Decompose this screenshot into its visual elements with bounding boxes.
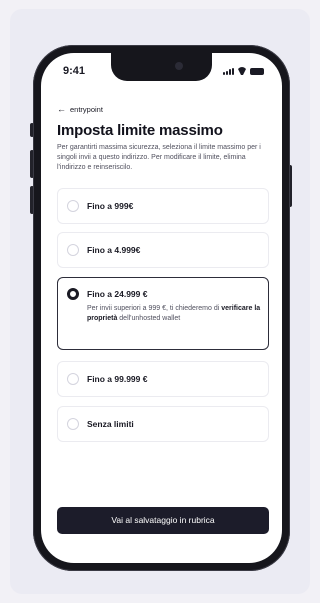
radio-selected-icon[interactable] (67, 288, 79, 300)
back-link[interactable]: ← entrypoint (57, 104, 103, 115)
phone-screen: 9:41 ← entrypoint Imposta limite massimo… (41, 53, 282, 563)
radio-unselected-icon[interactable] (67, 373, 79, 385)
limit-option-label: Fino a 99.999 € (87, 374, 148, 384)
limit-option-note: Per invii superiori a 999 €, ti chiedere… (87, 305, 261, 322)
page-title: Imposta limite massimo (57, 122, 223, 139)
limit-option-label: Senza limiti (87, 419, 134, 429)
limit-option-label: Fino a 4.999€ (87, 245, 141, 255)
radio-unselected-icon[interactable] (67, 244, 79, 256)
radio-unselected-icon[interactable] (67, 200, 79, 212)
limit-option-999[interactable]: Fino a 999€ (57, 188, 269, 224)
limit-option-label: Fino a 999€ (87, 201, 134, 211)
arrow-left-icon: ← (57, 104, 66, 114)
battery-icon (250, 68, 264, 75)
limit-option-4999[interactable]: Fino a 4.999€ (57, 232, 269, 268)
back-label: entrypoint (70, 105, 103, 114)
wifi-icon (237, 67, 247, 75)
camera-icon (175, 62, 183, 70)
limit-option-99999[interactable]: Fino a 99.999 € (57, 361, 269, 397)
status-icons (223, 67, 264, 75)
save-to-address-book-button[interactable]: Vai al salvataggio in rubrica (57, 507, 269, 534)
phone-notch (111, 53, 212, 81)
limit-option-24999[interactable]: Fino a 24.999 € Per invii superiori a 99… (57, 277, 269, 350)
limit-option-unlimited[interactable]: Senza limiti (57, 406, 269, 442)
status-time: 9:41 (63, 65, 86, 77)
page-description: Per garantirti massima sicurezza, selezi… (57, 144, 261, 171)
limit-option-label: Fino a 24.999 € (87, 289, 148, 299)
radio-unselected-icon[interactable] (67, 418, 79, 430)
phone-frame: 9:41 ← entrypoint Imposta limite massimo… (33, 45, 290, 571)
signal-icon (223, 68, 234, 75)
